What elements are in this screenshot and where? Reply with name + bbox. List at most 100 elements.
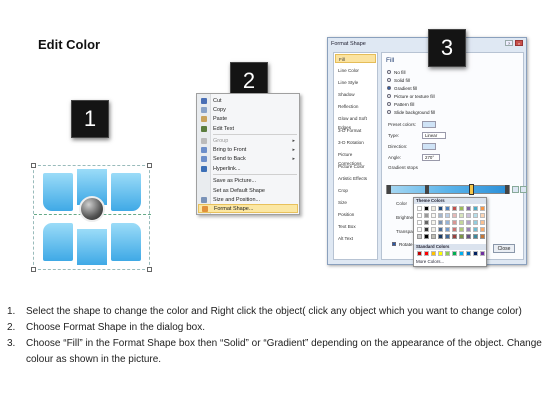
color-swatch[interactable] xyxy=(459,227,464,232)
radio-pattern-fill[interactable]: Pattern fill xyxy=(387,100,414,108)
color-swatch[interactable] xyxy=(445,227,450,232)
color-swatch[interactable] xyxy=(459,220,464,225)
color-swatch[interactable] xyxy=(452,220,457,225)
color-swatch[interactable] xyxy=(424,227,429,232)
resize-handle[interactable] xyxy=(31,163,36,168)
category-alt-text[interactable]: Alt Text xyxy=(335,234,376,243)
help-icon[interactable]: ? xyxy=(505,40,513,46)
radio-gradient-fill[interactable]: Gradient fill xyxy=(387,84,417,92)
resize-handle[interactable] xyxy=(31,267,36,272)
category-3d-rotation[interactable]: 3-D Rotation xyxy=(335,138,376,147)
category-line-style[interactable]: Line Style xyxy=(335,78,376,87)
color-swatch[interactable] xyxy=(424,251,429,256)
color-swatch[interactable] xyxy=(466,251,471,256)
gradient-stop-handle[interactable] xyxy=(387,185,391,194)
menu-item-bring-to-front[interactable]: Bring to Front ▸ xyxy=(198,145,298,154)
color-swatch[interactable] xyxy=(480,251,485,256)
color-swatch[interactable] xyxy=(438,234,443,239)
add-stop-icon[interactable] xyxy=(512,186,519,193)
color-swatch[interactable] xyxy=(480,213,485,218)
color-swatch[interactable] xyxy=(473,227,478,232)
color-swatch[interactable] xyxy=(459,206,464,211)
resize-handle[interactable] xyxy=(147,163,152,168)
color-swatch[interactable] xyxy=(480,227,485,232)
category-reflection[interactable]: Reflection xyxy=(335,102,376,111)
color-swatch[interactable] xyxy=(452,206,457,211)
color-swatch[interactable] xyxy=(438,213,443,218)
gradient-stop-handle[interactable] xyxy=(425,185,429,194)
color-swatch[interactable] xyxy=(466,234,471,239)
color-swatch[interactable] xyxy=(445,220,450,225)
color-swatch[interactable] xyxy=(466,213,471,218)
category-picture-corrections[interactable]: Picture Corrections xyxy=(335,150,376,166)
more-colors-option[interactable]: More Colors... xyxy=(416,259,444,264)
color-swatch[interactable] xyxy=(431,213,436,218)
color-swatch[interactable] xyxy=(417,220,422,225)
category-size[interactable]: Size xyxy=(335,198,376,207)
color-swatch[interactable] xyxy=(424,234,429,239)
menu-item-set-default-shape[interactable]: Set as Default Shape xyxy=(198,186,298,195)
color-swatch[interactable] xyxy=(473,220,478,225)
preset-colors-dropdown[interactable] xyxy=(422,121,436,128)
color-swatch[interactable] xyxy=(431,251,436,256)
menu-item-group[interactable]: Group ▸ xyxy=(198,136,298,145)
category-picture-color[interactable]: Picture Color xyxy=(335,162,376,171)
color-swatch[interactable] xyxy=(445,234,450,239)
color-swatch[interactable] xyxy=(466,206,471,211)
color-swatch[interactable] xyxy=(459,234,464,239)
color-swatch[interactable] xyxy=(445,251,450,256)
color-swatch[interactable] xyxy=(431,206,436,211)
color-swatch[interactable] xyxy=(466,220,471,225)
color-swatch[interactable] xyxy=(417,234,422,239)
gradient-stops-bar[interactable] xyxy=(386,184,510,195)
color-swatch[interactable] xyxy=(417,213,422,218)
category-line-color[interactable]: Line Color xyxy=(335,66,376,75)
color-swatch[interactable] xyxy=(473,251,478,256)
radio-solid-fill[interactable]: Solid fill xyxy=(387,76,410,84)
menu-item-copy[interactable]: Copy xyxy=(198,105,298,114)
category-position[interactable]: Position xyxy=(335,210,376,219)
gradient-stop-handle[interactable] xyxy=(505,185,509,194)
color-swatch[interactable] xyxy=(424,220,429,225)
category-artistic-effects[interactable]: Artistic Effects xyxy=(335,174,376,183)
color-swatch[interactable] xyxy=(473,206,478,211)
radio-picture-fill[interactable]: Picture or texture fill xyxy=(387,92,435,100)
category-text-box[interactable]: Text Box xyxy=(335,222,376,231)
color-swatch[interactable] xyxy=(480,234,485,239)
color-swatch[interactable] xyxy=(473,213,478,218)
category-glow-soft-edges[interactable]: Glow and Soft Edges xyxy=(335,114,376,130)
category-fill[interactable]: Fill xyxy=(335,54,376,63)
color-swatch[interactable] xyxy=(459,213,464,218)
color-swatch[interactable] xyxy=(459,251,464,256)
category-shadow[interactable]: Shadow xyxy=(335,90,376,99)
color-swatch[interactable] xyxy=(445,206,450,211)
color-swatch[interactable] xyxy=(417,251,422,256)
menu-item-send-to-back[interactable]: Send to Back ▸ xyxy=(198,154,298,163)
menu-item-hyperlink[interactable]: Hyperlink... xyxy=(198,164,298,173)
color-swatch[interactable] xyxy=(438,220,443,225)
close-icon[interactable]: × xyxy=(515,40,523,46)
color-swatch[interactable] xyxy=(417,206,422,211)
color-swatch[interactable] xyxy=(438,251,443,256)
remove-stop-icon[interactable] xyxy=(520,186,527,193)
sample-shape[interactable] xyxy=(31,163,152,272)
color-swatch[interactable] xyxy=(424,206,429,211)
color-swatch[interactable] xyxy=(452,227,457,232)
color-swatch[interactable] xyxy=(480,206,485,211)
color-swatch[interactable] xyxy=(480,220,485,225)
color-swatch[interactable] xyxy=(431,227,436,232)
direction-dropdown[interactable] xyxy=(422,143,436,150)
color-swatch[interactable] xyxy=(445,213,450,218)
color-swatch[interactable] xyxy=(431,220,436,225)
color-swatch[interactable] xyxy=(431,234,436,239)
menu-item-save-as-picture[interactable]: Save as Picture... xyxy=(198,176,298,185)
radio-no-fill[interactable]: No fill xyxy=(387,68,406,76)
category-3d-format[interactable]: 3-D Format xyxy=(335,126,376,135)
menu-item-edit-text[interactable]: Edit Text xyxy=(198,124,298,133)
color-swatch[interactable] xyxy=(417,227,422,232)
color-swatch[interactable] xyxy=(452,234,457,239)
resize-handle[interactable] xyxy=(147,267,152,272)
color-swatch[interactable] xyxy=(452,251,457,256)
color-swatch[interactable] xyxy=(424,213,429,218)
color-swatch[interactable] xyxy=(473,234,478,239)
